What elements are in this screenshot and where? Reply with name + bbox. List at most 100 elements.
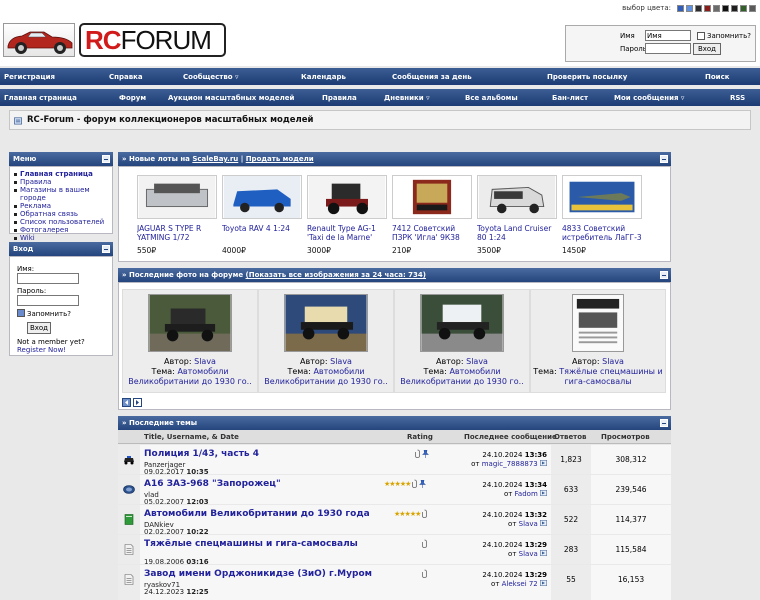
lot-item[interactable]: Toyota Land Cruiser 80 1:24 3500₽ bbox=[477, 175, 561, 255]
color-swatch[interactable] bbox=[704, 4, 711, 12]
photo-card[interactable]: Автор: Slava Тема: Тяжёлые спецмашины и … bbox=[530, 289, 666, 393]
color-swatch[interactable] bbox=[749, 4, 756, 12]
nav-rules[interactable]: Правила bbox=[322, 94, 357, 102]
color-swatch[interactable] bbox=[740, 4, 747, 12]
login-panel-submit-button[interactable]: Вход bbox=[27, 322, 51, 334]
show-all-images-link[interactable]: (Показать все изображения за 24 часа: 73… bbox=[246, 271, 426, 279]
go-to-last-post-icon[interactable] bbox=[540, 490, 547, 496]
lot-name[interactable]: Toyota RAV 4 1:24 bbox=[222, 224, 306, 244]
col-title[interactable]: Title, Username, & Date bbox=[144, 433, 239, 441]
login-remember-checkbox[interactable] bbox=[17, 309, 25, 317]
lot-image[interactable] bbox=[562, 175, 642, 219]
topic-title-link[interactable]: Автомобили Великобритании до 1930 года bbox=[144, 509, 370, 519]
menu-item-ads[interactable]: Реклама bbox=[14, 202, 112, 210]
author-link[interactable]: Slava bbox=[194, 357, 216, 366]
topic-title-link[interactable]: Завод имени Орджоникидзе (ЗиО) г.Муром bbox=[144, 569, 372, 579]
col-last-post[interactable]: Последнее сообщение bbox=[464, 433, 557, 441]
next-arrow-icon[interactable] bbox=[133, 398, 142, 407]
col-rating[interactable]: Rating bbox=[407, 433, 433, 441]
nav-search[interactable]: Поиск bbox=[705, 73, 729, 81]
lot-name[interactable]: Toyota Land Cruiser 80 1:24 bbox=[477, 224, 561, 244]
menu-item-gallery[interactable]: Фотогалерея bbox=[14, 226, 112, 234]
collapse-icon[interactable] bbox=[660, 419, 668, 427]
nav-help[interactable]: Справка bbox=[109, 73, 143, 81]
color-swatch[interactable] bbox=[722, 4, 729, 12]
lot-name[interactable]: 4833 Советский истребитель ЛаГГ-3 bbox=[562, 224, 646, 244]
color-swatch[interactable] bbox=[677, 4, 684, 12]
collapse-icon[interactable] bbox=[102, 245, 110, 253]
nav-albums[interactable]: Все альбомы bbox=[465, 94, 518, 102]
nav-calendar[interactable]: Календарь bbox=[301, 73, 346, 81]
photo-thumbnail[interactable] bbox=[420, 294, 504, 352]
color-swatch[interactable] bbox=[713, 4, 720, 12]
go-to-last-post-icon[interactable] bbox=[540, 520, 547, 526]
nav-rss[interactable]: RSS bbox=[730, 94, 745, 102]
color-swatch[interactable] bbox=[686, 4, 693, 12]
lot-name[interactable]: Renault Type AG-1 'Taxi de la Marne' bbox=[307, 224, 391, 244]
lot-name[interactable]: 7412 Советский ПЗРК 'Игла' 9К38 bbox=[392, 224, 476, 244]
nav-community[interactable]: Сообщество ▿ bbox=[183, 73, 239, 81]
col-replies[interactable]: Ответов bbox=[554, 433, 586, 441]
menu-item-rules[interactable]: Правила bbox=[14, 178, 112, 186]
password-input[interactable] bbox=[645, 43, 691, 54]
topic-replies[interactable]: 522 bbox=[551, 505, 591, 534]
topic-link[interactable]: Тяжёлые спецмашины и гига-самосвалы bbox=[559, 367, 662, 386]
menu-item-shops[interactable]: Магазины в вашем городе bbox=[14, 186, 112, 202]
login-username-input[interactable] bbox=[17, 273, 79, 284]
sell-models-link[interactable]: Продать модели bbox=[246, 155, 314, 163]
lot-image[interactable] bbox=[392, 175, 472, 219]
lot-item[interactable]: Renault Type AG-1 'Taxi de la Marne' 300… bbox=[307, 175, 391, 255]
col-views[interactable]: Просмотров bbox=[601, 433, 650, 441]
photo-thumbnail[interactable] bbox=[148, 294, 232, 352]
last-post-user-link[interactable]: Aleksei 72 bbox=[502, 580, 538, 588]
car-logo-image[interactable] bbox=[3, 23, 75, 57]
photo-card[interactable]: Автор: Slava Тема: Автомобили Великобрит… bbox=[394, 289, 530, 393]
photo-card[interactable]: Автор: Slava Тема: Автомобили Великобрит… bbox=[122, 289, 258, 393]
collapse-icon[interactable] bbox=[102, 155, 110, 163]
remember-checkbox[interactable] bbox=[697, 32, 705, 40]
nav-blogs[interactable]: Дневники ▿ bbox=[384, 94, 430, 102]
lot-image[interactable] bbox=[307, 175, 387, 219]
go-to-last-post-icon[interactable] bbox=[540, 460, 547, 466]
menu-item-home[interactable]: Главная страница bbox=[14, 170, 112, 178]
menu-item-members[interactable]: Список пользователей bbox=[14, 218, 112, 226]
topic-title-link[interactable]: Полиция 1/43, часть 4 bbox=[144, 449, 259, 459]
author-link[interactable]: Slava bbox=[466, 357, 488, 366]
lot-item[interactable]: Toyota RAV 4 1:24 4000₽ bbox=[222, 175, 306, 255]
lot-image[interactable] bbox=[137, 175, 217, 219]
prev-arrow-icon[interactable] bbox=[122, 398, 131, 407]
nav-track-parcel[interactable]: Проверить посылку bbox=[547, 73, 627, 81]
nav-banlist[interactable]: Бан-лист bbox=[552, 94, 588, 102]
author-link[interactable]: Slava bbox=[602, 357, 624, 366]
scalebay-link[interactable]: ScaleBay.ru bbox=[192, 155, 238, 163]
nav-register[interactable]: Регистрация bbox=[4, 73, 55, 81]
topic-replies[interactable]: 1,823 bbox=[551, 445, 591, 474]
color-swatch[interactable] bbox=[731, 4, 738, 12]
topic-link[interactable]: Автомобили Великобритании до 1930 го.. bbox=[400, 367, 523, 386]
nav-home[interactable]: Главная страница bbox=[4, 94, 77, 102]
collapse-icon[interactable] bbox=[660, 155, 668, 163]
topic-replies[interactable]: 633 bbox=[551, 475, 591, 504]
register-now-link[interactable]: Register Now! bbox=[17, 346, 66, 354]
topic-replies[interactable]: 55 bbox=[551, 565, 591, 600]
lot-item[interactable]: JAGUAR S TYPE R YATMING 1/72 550₽ bbox=[137, 175, 221, 255]
menu-item-feedback[interactable]: Обратная связь bbox=[14, 210, 112, 218]
topic-title-link[interactable]: А16 ЗАЗ-968 "Запорожец" bbox=[144, 479, 281, 489]
go-to-last-post-icon[interactable] bbox=[540, 580, 547, 586]
login-password-input[interactable] bbox=[17, 295, 79, 306]
username-input[interactable] bbox=[645, 30, 691, 41]
color-swatch[interactable] bbox=[695, 4, 702, 12]
last-post-user-link[interactable]: Fadom bbox=[515, 490, 538, 498]
nav-auction[interactable]: Аукцион масштабных моделей bbox=[168, 94, 294, 102]
nav-my-messages[interactable]: Мои сообщения ▿ bbox=[614, 94, 684, 102]
lot-image[interactable] bbox=[222, 175, 302, 219]
topic-link[interactable]: Автомобили Великобритании до 1930 го.. bbox=[264, 367, 387, 386]
lot-name[interactable]: JAGUAR S TYPE R YATMING 1/72 bbox=[137, 224, 221, 244]
login-submit-button[interactable]: Вход bbox=[693, 43, 721, 55]
topic-title-link[interactable]: Тяжёлые спецмашины и гига-самосвалы bbox=[144, 539, 358, 549]
photo-thumbnail[interactable] bbox=[284, 294, 368, 352]
go-to-last-post-icon[interactable] bbox=[540, 550, 547, 556]
author-link[interactable]: Slava bbox=[330, 357, 352, 366]
lot-item[interactable]: 7412 Советский ПЗРК 'Игла' 9К38 210₽ bbox=[392, 175, 476, 255]
photo-thumbnail[interactable] bbox=[572, 294, 624, 352]
